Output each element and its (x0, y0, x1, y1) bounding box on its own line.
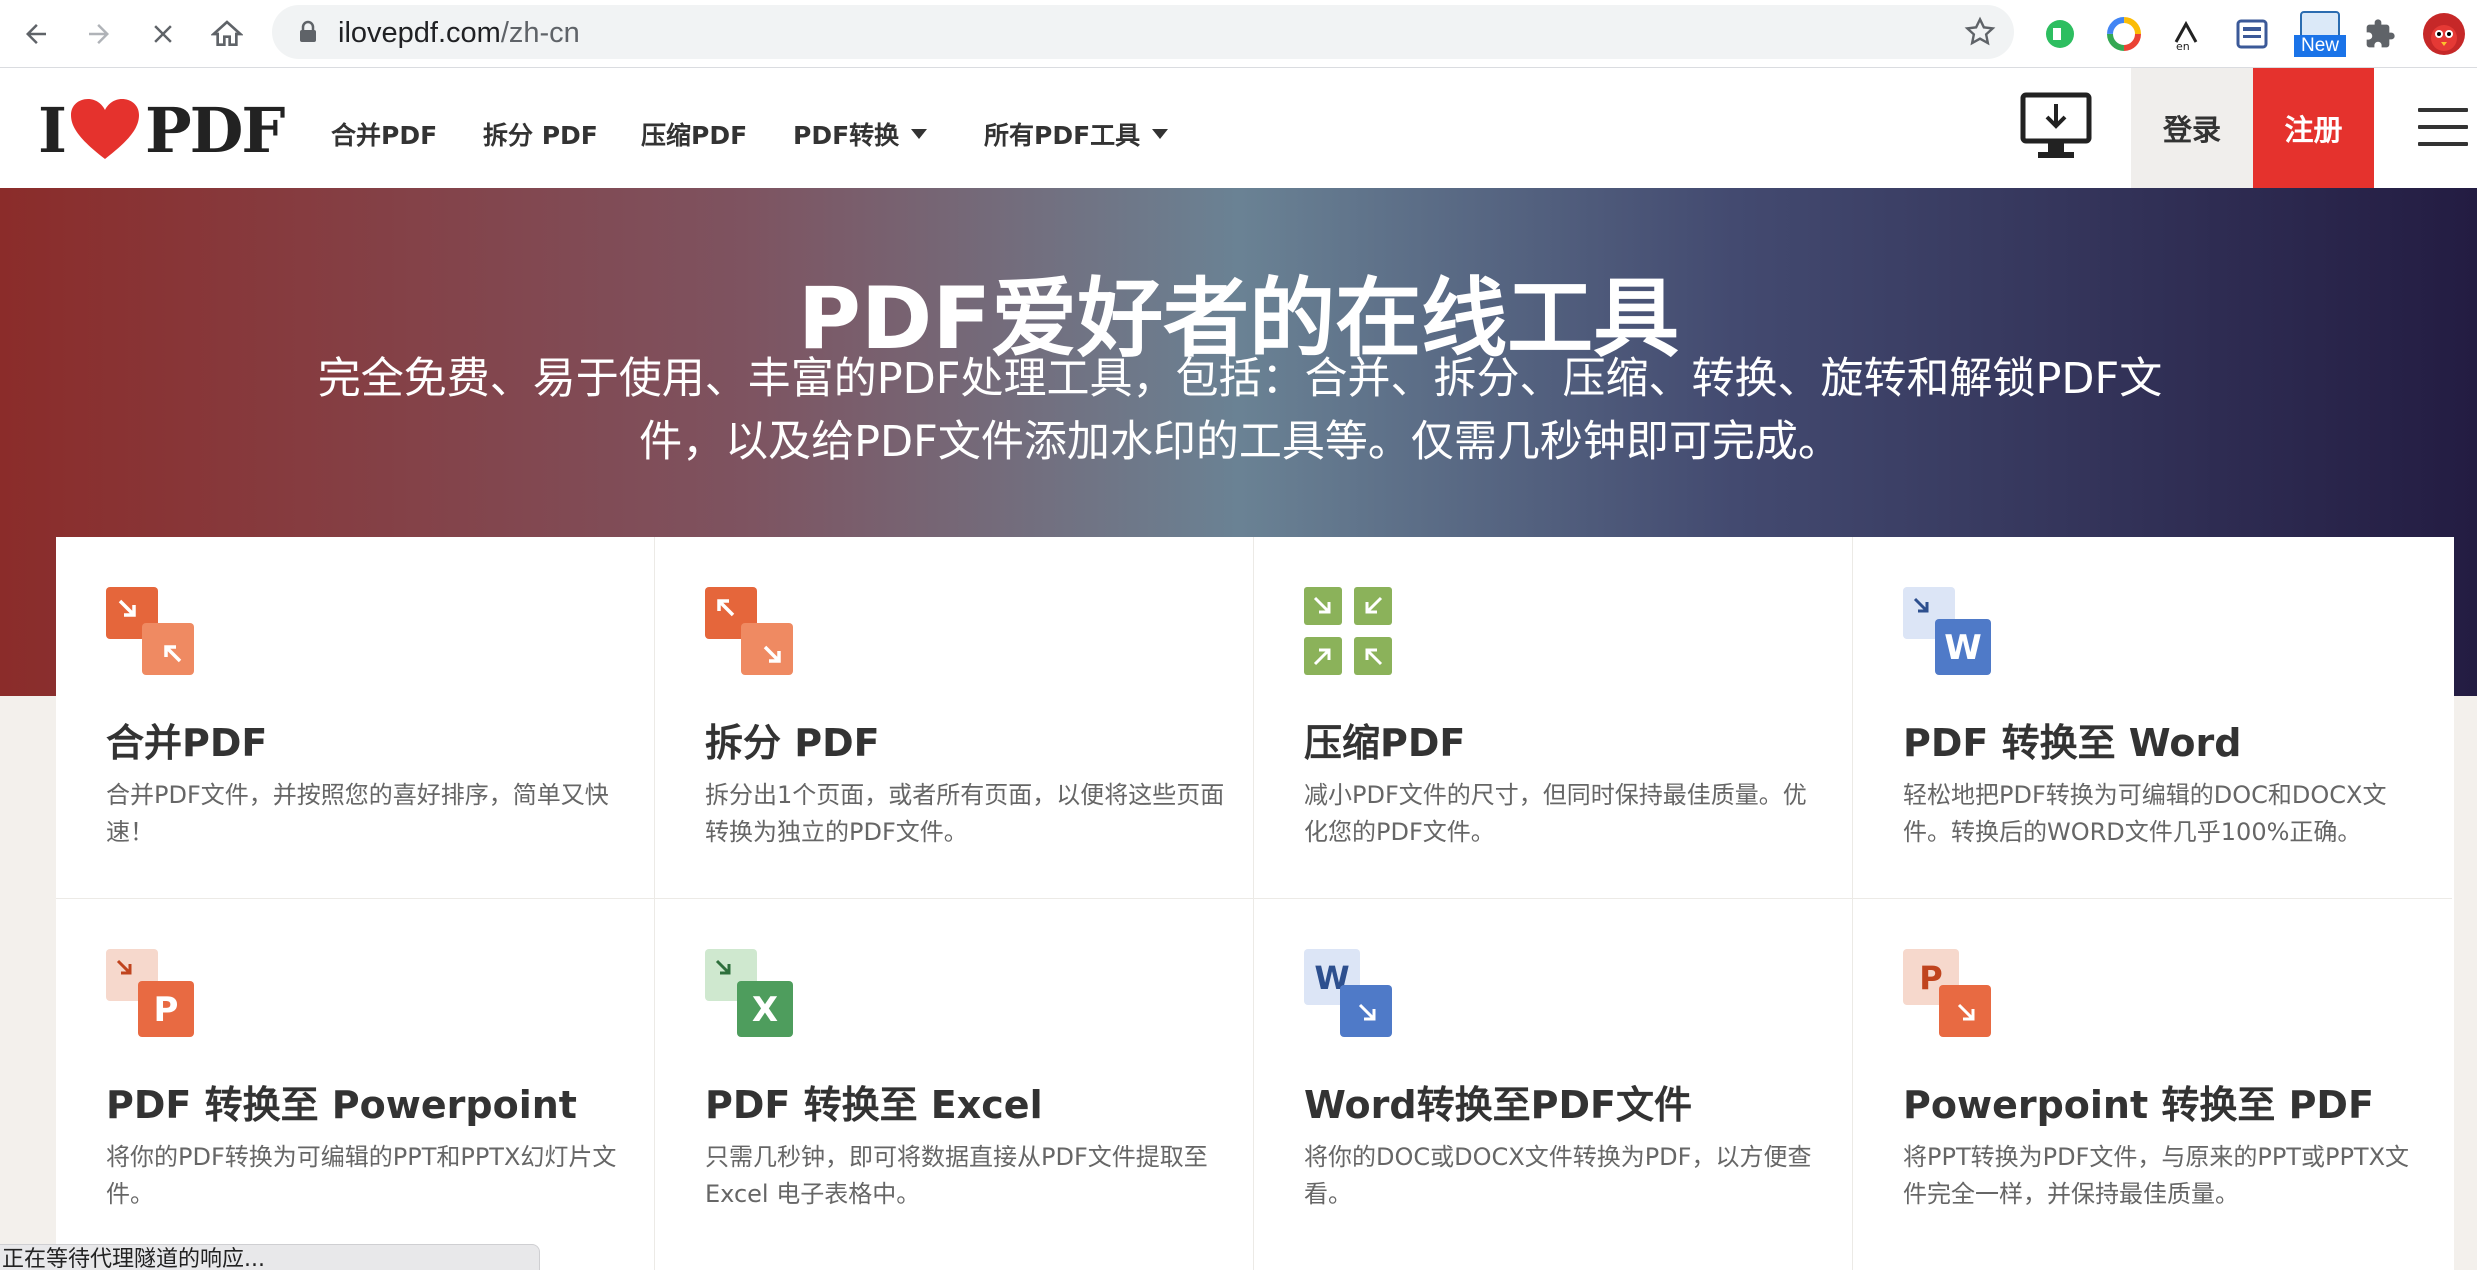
address-bar[interactable]: ilovepdf.com/zh-cn (272, 5, 2014, 59)
signup-button[interactable]: 注册 (2253, 68, 2374, 188)
svg-text:X: X (752, 990, 778, 1030)
pdf-to-excel-icon: X (705, 949, 793, 1037)
home-icon (211, 20, 243, 46)
tool-description: 拆分出1个页面，或者所有页面，以便将这些页面转换为独立的PDF文件。 (705, 781, 1225, 846)
signup-label: 注册 (2284, 113, 2343, 147)
caret-down-icon (1152, 129, 1169, 139)
profile-avatar[interactable] (2420, 10, 2468, 58)
nav-compress-pdf[interactable]: 压缩PDF (641, 116, 747, 152)
tools-grid: 合并PDF 合并PDF文件，并按照您的喜好排序，简单又快速！ 拆分 PDF 拆分… (56, 537, 2454, 1270)
word-to-pdf-icon: W (1304, 949, 1392, 1037)
svg-text:W: W (1944, 628, 1982, 668)
nav-convert-pdf-dropdown[interactable]: PDF转换 (793, 116, 928, 152)
lock-icon (300, 20, 316, 42)
login-label: 登录 (2162, 113, 2221, 147)
stop-button[interactable] (139, 10, 187, 58)
browser-toolbar: ilovepdf.com/zh-cn en New (0, 0, 2477, 68)
tool-card-split-pdf[interactable]: 拆分 PDF 拆分出1个页面，或者所有页面，以便将这些页面转换为独立的PDF文件… (655, 537, 1254, 899)
tool-title: Powerpoint 转换至 PDF (1903, 1083, 2374, 1127)
tool-title: 压缩PDF (1304, 721, 1466, 765)
home-button[interactable] (203, 10, 251, 58)
tool-title: 拆分 PDF (705, 721, 880, 765)
nav-label: PDF转换 (793, 121, 900, 150)
nav-label: 合并PDF (331, 121, 438, 150)
merge-pdf-icon (106, 587, 194, 675)
tool-description: 合并PDF文件，并按照您的喜好排序，简单又快速！ (106, 781, 609, 846)
compress-pdf-icon (1304, 587, 1392, 675)
svg-text:en: en (2176, 40, 2190, 52)
hero-subtitle-line: 件，以及给PDF文件添加水印的工具等。仅需几秒钟即可完成。 (639, 417, 1841, 467)
tool-description: 将你的PDF转换为可编辑的PPT和PPTX幻灯片文件。 (106, 1143, 617, 1208)
desktop-download-icon (2020, 92, 2092, 158)
nav-merge-pdf[interactable]: 合并PDF (331, 116, 437, 152)
tool-title: PDF 转换至 Word (1903, 721, 2242, 765)
tool-card-powerpoint-to-pdf[interactable]: P Powerpoint 转换至 PDF 将PPT转换为PDF文件，与原来的PP… (1853, 899, 2452, 1270)
tool-title: PDF 转换至 Powerpoint (106, 1083, 577, 1127)
nav-label: 拆分 PDF (483, 121, 598, 150)
nav-split-pdf[interactable]: 拆分 PDF (483, 116, 598, 152)
reader-extension-icon[interactable] (2228, 10, 2276, 58)
color-picker-extension-icon[interactable] (2100, 10, 2148, 58)
new-badge-extension-icon[interactable]: New (2292, 10, 2348, 58)
login-button[interactable]: 登录 (2131, 68, 2253, 188)
back-arrow-icon (26, 24, 46, 44)
pdf-to-powerpoint-icon: P (106, 949, 194, 1037)
back-button[interactable] (12, 10, 60, 58)
nav-all-tools-dropdown[interactable]: 所有PDF工具 (984, 116, 1169, 152)
hero-subtitle-line: 完全免费、易于使用、丰富的PDF处理工具，包括：合并、拆分、压缩、转换、旋转和解… (317, 354, 2163, 404)
nav-label: 压缩PDF (641, 121, 748, 150)
tool-description: 减小PDF文件的尺寸，但同时保持最佳质量。优化您的PDF文件。 (1304, 781, 1807, 846)
caret-down-icon (911, 129, 928, 139)
tool-card-pdf-to-word[interactable]: W PDF 转换至 Word 轻松地把PDF转换为可编辑的DOC和DOCX文件。… (1853, 537, 2452, 899)
logo-text-i: I (38, 93, 67, 167)
browser-status-bar: 正在等待代理隧道的响应... (0, 1244, 540, 1270)
evernote-extension-icon[interactable] (2036, 10, 2084, 58)
translate-extension-icon[interactable]: en (2164, 10, 2212, 58)
close-icon (154, 25, 172, 43)
extensions-puzzle-icon[interactable] (2356, 10, 2404, 58)
hero-subtitle: 完全免费、易于使用、丰富的PDF处理工具，包括：合并、拆分、压缩、转换、旋转和解… (290, 348, 2190, 474)
svg-text:P: P (154, 990, 179, 1030)
tool-title: 合并PDF (106, 721, 268, 765)
desktop-app-button[interactable] (2020, 92, 2092, 166)
new-badge: New (2294, 35, 2346, 57)
tool-title: Word转换至PDF文件 (1304, 1083, 1692, 1127)
split-pdf-icon (705, 587, 793, 675)
url-text: ilovepdf.com/zh-cn (338, 17, 580, 49)
powerpoint-to-pdf-icon: P (1903, 949, 1991, 1037)
pdf-to-word-icon: W (1903, 587, 1991, 675)
tool-card-word-to-pdf[interactable]: W Word转换至PDF文件 将你的DOC或DOCX文件转换为PDF，以方便查看… (1254, 899, 1853, 1270)
site-header: I PDF 合并PDF 拆分 PDF 压缩PDF PDF转换 所有PDF工具 登… (0, 68, 2477, 188)
tool-card-compress-pdf[interactable]: 压缩PDF 减小PDF文件的尺寸，但同时保持最佳质量。优化您的PDF文件。 (1254, 537, 1853, 899)
nav-label: 所有PDF工具 (984, 121, 1141, 150)
tool-description: 将PPT转换为PDF文件，与原来的PPT或PPTX文件完全一样，并保持最佳质量。 (1903, 1143, 2410, 1208)
tool-title: PDF 转换至 Excel (705, 1083, 1043, 1127)
logo-text-pdf: PDF (145, 93, 285, 167)
forward-button[interactable] (75, 10, 123, 58)
tool-description: 将你的DOC或DOCX文件转换为PDF，以方便查看。 (1304, 1143, 1812, 1208)
tool-description: 轻松地把PDF转换为可编辑的DOC和DOCX文件。转换后的WORD文件几乎100… (1903, 781, 2387, 846)
hamburger-menu-icon[interactable] (2418, 108, 2468, 148)
bookmark-star-icon[interactable] (1964, 16, 1996, 48)
tool-card-pdf-to-excel[interactable]: X PDF 转换至 Excel 只需几秒钟，即可将数据直接从PDF文件提取至Ex… (655, 899, 1254, 1270)
ilovepdf-logo[interactable]: I PDF (38, 94, 285, 167)
tool-description: 只需几秒钟，即可将数据直接从PDF文件提取至Excel 电子表格中。 (705, 1143, 1208, 1208)
tool-card-merge-pdf[interactable]: 合并PDF 合并PDF文件，并按照您的喜好排序，简单又快速！ (56, 537, 655, 899)
heart-icon (71, 99, 140, 159)
tool-card-pdf-to-powerpoint[interactable]: P PDF 转换至 Powerpoint 将你的PDF转换为可编辑的PPT和PP… (56, 899, 655, 1270)
forward-arrow-icon (89, 24, 109, 44)
